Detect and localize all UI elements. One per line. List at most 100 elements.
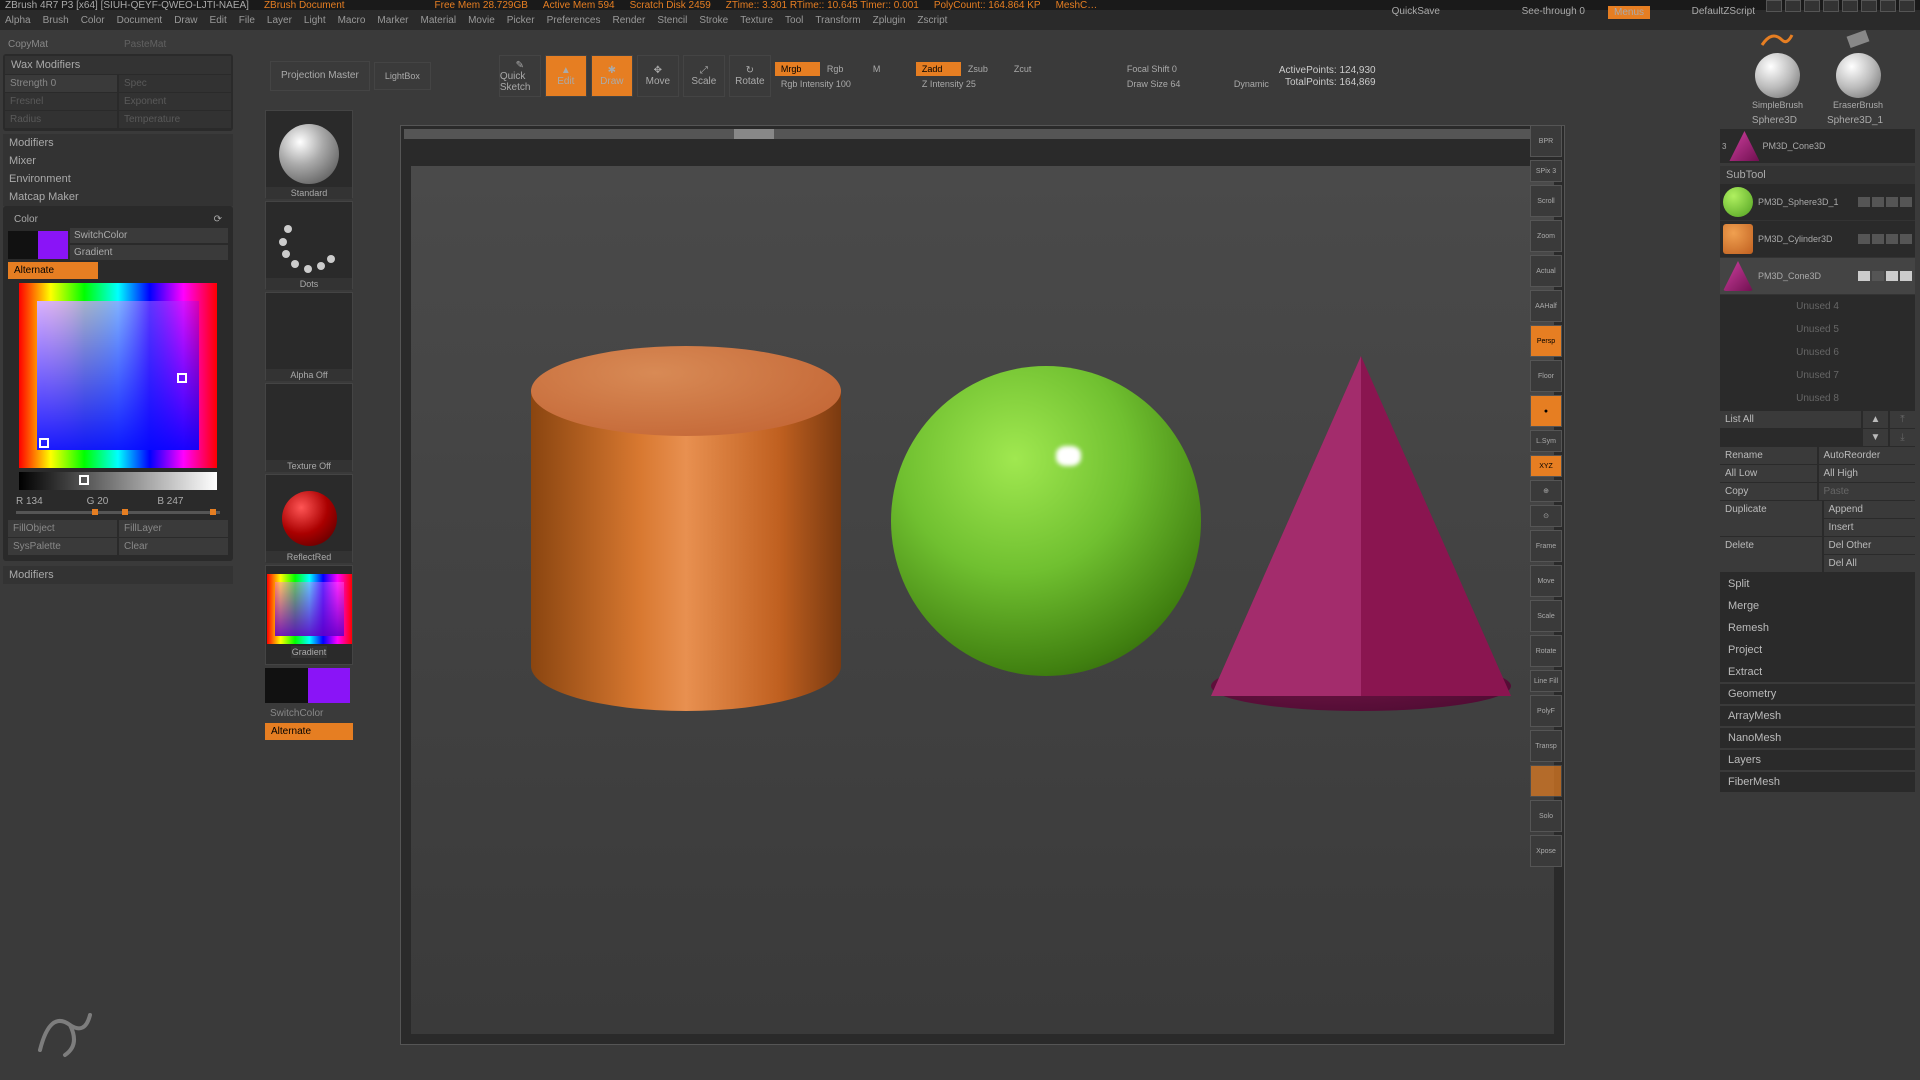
polyf-button[interactable]: PolyF bbox=[1530, 695, 1562, 727]
fibermesh-section[interactable]: FiberMesh bbox=[1720, 772, 1915, 792]
lightbox-button[interactable]: LightBox bbox=[374, 62, 431, 91]
alternate-button[interactable]: Alternate bbox=[8, 262, 98, 279]
subtool-vis-icons[interactable] bbox=[1858, 271, 1912, 281]
btn4[interactable] bbox=[1823, 0, 1839, 12]
menu-transform[interactable]: Transform bbox=[815, 15, 860, 26]
matcap-section[interactable]: Matcap Maker bbox=[3, 188, 233, 206]
menu-document[interactable]: Document bbox=[117, 15, 163, 26]
color-cursor-2[interactable] bbox=[39, 438, 49, 448]
edit-button[interactable]: ▲Edit bbox=[545, 55, 587, 97]
lsym-button[interactable]: L.Sym bbox=[1530, 430, 1562, 452]
rgb-intensity-slider[interactable]: Rgb Intensity 100 bbox=[775, 77, 912, 91]
r-value[interactable]: R 134 bbox=[16, 496, 79, 507]
zoom-button[interactable]: Zoom bbox=[1530, 220, 1562, 252]
menu-color[interactable]: Color bbox=[81, 15, 105, 26]
g-value[interactable]: G 20 bbox=[87, 496, 150, 507]
menu-zplugin[interactable]: Zplugin bbox=[873, 15, 906, 26]
clear-button[interactable]: Clear bbox=[119, 538, 228, 555]
delall-button[interactable]: Del All bbox=[1824, 555, 1916, 572]
insert-button[interactable]: Insert bbox=[1824, 519, 1916, 536]
simple-brush[interactable]: SimpleBrush bbox=[1752, 25, 1803, 110]
modifiers-section[interactable]: Modifiers bbox=[3, 134, 233, 152]
orient-button[interactable]: ⊙ bbox=[1530, 505, 1562, 527]
actual-button[interactable]: Actual bbox=[1530, 255, 1562, 287]
material-slot[interactable]: ReflectRed bbox=[265, 474, 353, 562]
xpose-button[interactable]: Xpose bbox=[1530, 835, 1562, 867]
wax-header[interactable]: Wax Modifiers bbox=[5, 56, 231, 74]
cone-object[interactable] bbox=[1211, 356, 1511, 726]
paste-button[interactable]: Paste bbox=[1819, 483, 1916, 500]
subtool-item-cylinder[interactable]: PM3D_Cylinder3D bbox=[1720, 221, 1915, 258]
bpr-button[interactable]: BPR bbox=[1530, 125, 1562, 157]
eraser-brush[interactable]: EraserBrush bbox=[1833, 25, 1883, 110]
color-swatches-small[interactable] bbox=[265, 668, 350, 703]
aahalf-button[interactable]: AAHalf bbox=[1530, 290, 1562, 322]
cylinder-object[interactable] bbox=[531, 346, 841, 716]
btn3[interactable] bbox=[1804, 0, 1820, 12]
move-button[interactable]: ✥Move bbox=[637, 55, 679, 97]
rename-button[interactable]: Rename bbox=[1720, 447, 1817, 464]
quicksketch-button[interactable]: ✎Quick Sketch bbox=[499, 55, 541, 97]
gradient-button[interactable]: Gradient bbox=[70, 245, 228, 260]
pastemat-button[interactable]: PasteMat bbox=[119, 36, 233, 53]
menu-preferences[interactable]: Preferences bbox=[547, 15, 601, 26]
menu-tool[interactable]: Tool bbox=[785, 15, 803, 26]
delother-button[interactable]: Del Other bbox=[1824, 537, 1916, 554]
menu-texture[interactable]: Texture bbox=[740, 15, 773, 26]
color-swatch-primary[interactable] bbox=[38, 231, 68, 259]
environment-section[interactable]: Environment bbox=[3, 170, 233, 188]
quicksave-button[interactable]: QuickSave bbox=[1392, 6, 1440, 17]
extract-section[interactable]: Extract bbox=[1720, 662, 1915, 682]
menu-material[interactable]: Material bbox=[421, 15, 457, 26]
zadd-button[interactable]: Zadd bbox=[916, 62, 961, 76]
menu-picker[interactable]: Picker bbox=[507, 15, 535, 26]
exponent-slider[interactable]: Exponent bbox=[119, 93, 231, 110]
focal-shift-slider[interactable]: Focal Shift 0 bbox=[1121, 62, 1261, 76]
duplicate-button[interactable]: Duplicate bbox=[1720, 501, 1822, 536]
draw-button[interactable]: ✱Draw bbox=[591, 55, 633, 97]
allhigh-button[interactable]: All High bbox=[1819, 465, 1916, 482]
autoreorder-button[interactable]: AutoReorder bbox=[1819, 447, 1916, 464]
menu-draw[interactable]: Draw bbox=[174, 15, 197, 26]
syspalette-button[interactable]: SysPalette bbox=[8, 538, 117, 555]
menu-alpha[interactable]: Alpha bbox=[5, 15, 31, 26]
alpha-slot[interactable]: Alpha Off bbox=[265, 292, 353, 380]
switchcolor-small[interactable]: SwitchColor bbox=[265, 705, 360, 722]
fresnel-slider[interactable]: Fresnel bbox=[5, 93, 117, 110]
rgb-button[interactable]: Rgb bbox=[821, 62, 866, 76]
menu-marker[interactable]: Marker bbox=[377, 15, 408, 26]
dynamic-button[interactable]: Dynamic bbox=[1228, 77, 1275, 91]
menu-stroke[interactable]: Stroke bbox=[699, 15, 728, 26]
subtool-header[interactable]: SubTool bbox=[1720, 166, 1915, 184]
xyz-button[interactable]: XYZ bbox=[1530, 455, 1562, 477]
stroke-slot[interactable]: Dots bbox=[265, 201, 353, 289]
scale-tool[interactable]: Scale bbox=[1530, 600, 1562, 632]
switchcolor-button[interactable]: SwitchColor bbox=[70, 228, 228, 243]
menu-zscript[interactable]: Zscript bbox=[917, 15, 947, 26]
layers-section[interactable]: Layers bbox=[1720, 750, 1915, 770]
timeline-scrubber[interactable] bbox=[404, 129, 1561, 139]
spix-button[interactable]: SPix 3 bbox=[1530, 160, 1562, 182]
maximize-button[interactable] bbox=[1880, 0, 1896, 12]
grayscale-slider[interactable] bbox=[19, 472, 217, 490]
menu-brush[interactable]: Brush bbox=[43, 15, 69, 26]
spec-slider[interactable]: Spec bbox=[119, 75, 231, 92]
project-section[interactable]: Project bbox=[1720, 640, 1915, 660]
merge-section[interactable]: Merge bbox=[1720, 596, 1915, 616]
defaultscript-button[interactable]: DefaultZScript bbox=[1692, 6, 1755, 17]
mrgb-button[interactable]: Mrgb bbox=[775, 62, 820, 76]
persp-button[interactable]: Persp bbox=[1530, 325, 1562, 357]
listall-button[interactable]: List All bbox=[1720, 411, 1861, 428]
nanomesh-section[interactable]: NanoMesh bbox=[1720, 728, 1915, 748]
fillobject-button[interactable]: FillObject bbox=[8, 520, 117, 537]
menu-layer[interactable]: Layer bbox=[267, 15, 292, 26]
refresh-icon[interactable]: ⟳ bbox=[214, 214, 222, 225]
menu-stencil[interactable]: Stencil bbox=[657, 15, 687, 26]
color-swatch-secondary[interactable] bbox=[8, 231, 38, 259]
scale-button[interactable]: ⤢Scale bbox=[683, 55, 725, 97]
menus-button[interactable]: Menus bbox=[1608, 6, 1650, 19]
menu-movie[interactable]: Movie bbox=[468, 15, 495, 26]
rotate-button[interactable]: ↻Rotate bbox=[729, 55, 771, 97]
texture-slot[interactable]: Texture Off bbox=[265, 383, 353, 471]
delete-button[interactable]: Delete bbox=[1720, 537, 1822, 572]
